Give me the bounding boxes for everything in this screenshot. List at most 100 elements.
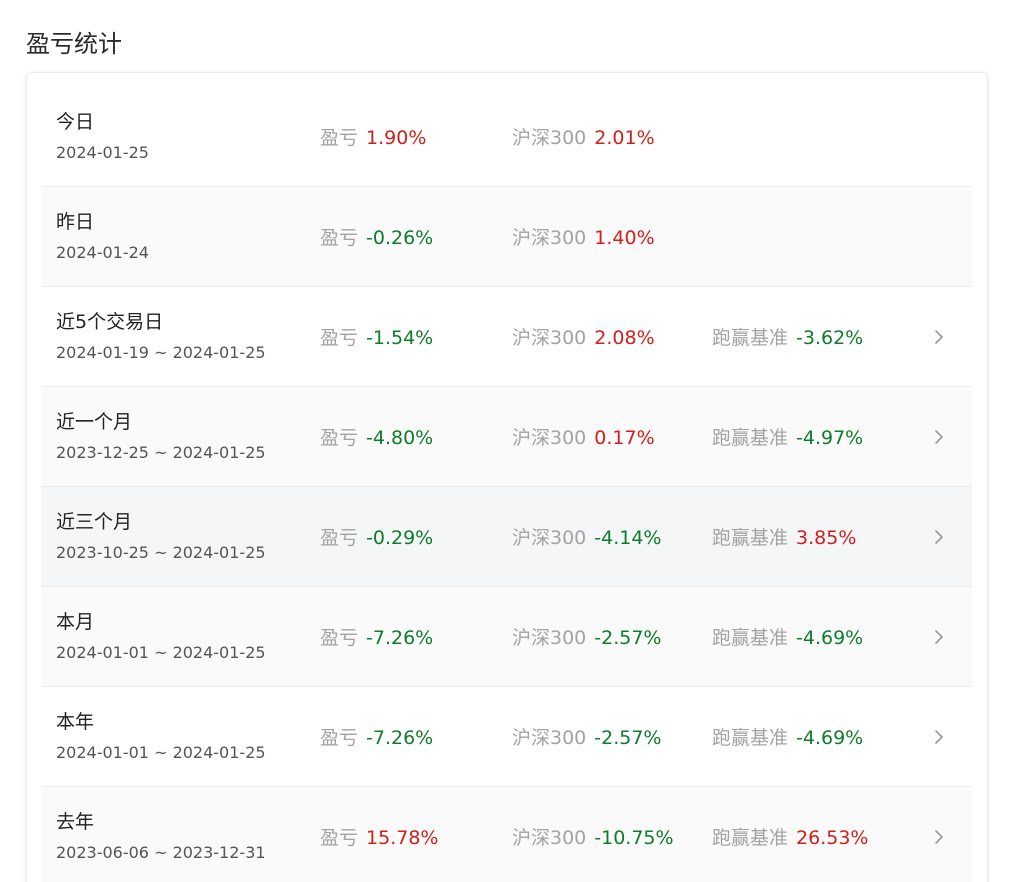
pnl-row: 昨日 2024-01-24 盈亏 -0.26% 沪深300 1.40% <box>41 187 972 287</box>
pnl-row[interactable]: 去年 2023-06-06 ~ 2023-12-31 盈亏 15.78% 沪深300 -1… <box>41 787 972 882</box>
pnl-label: 盈亏 <box>320 627 359 649</box>
pnl-metric: 盈亏 -4.80% <box>320 425 433 451</box>
pnl-metric: 盈亏 -7.26% <box>320 625 433 651</box>
benchmark-label: 沪深300 <box>512 727 587 749</box>
excess-label: 跑赢基准 <box>712 727 789 749</box>
date-range: 2024-01-25 <box>56 143 149 162</box>
benchmark-metric: 沪深300 1.40% <box>512 225 655 251</box>
pnl-statistics-page: 盈亏统计 今日 2024-01-25 盈亏 1.90% 沪深300 2.01% 昨日 2024… <box>0 0 1012 882</box>
benchmark-metric: 沪深300 -4.14% <box>512 525 661 551</box>
period-name: 去年 <box>56 811 95 833</box>
chevron-right-icon[interactable] <box>929 427 949 447</box>
benchmark-value: 2.08% <box>594 327 655 349</box>
date-range: 2023-10-25 ~ 2024-01-25 <box>56 543 266 562</box>
benchmark-metric: 沪深300 2.08% <box>512 325 655 351</box>
excess-metric: 跑赢基准 -4.69% <box>712 625 863 651</box>
benchmark-value: -2.57% <box>594 727 662 749</box>
excess-metric: 跑赢基准 -4.97% <box>712 425 863 451</box>
period-name: 近一个月 <box>56 411 133 433</box>
excess-value: -3.62% <box>796 327 864 349</box>
date-range: 2024-01-24 <box>56 243 149 262</box>
date-range: 2024-01-19 ~ 2024-01-25 <box>56 343 266 362</box>
period-name: 近5个交易日 <box>56 311 164 333</box>
excess-metric: 跑赢基准 -3.62% <box>712 325 863 351</box>
benchmark-value: 0.17% <box>594 427 655 449</box>
period-name: 本年 <box>56 711 95 733</box>
date-range: 2024-01-01 ~ 2024-01-25 <box>56 643 266 662</box>
excess-label: 跑赢基准 <box>712 527 789 549</box>
pnl-metric: 盈亏 -0.26% <box>320 225 433 251</box>
pnl-card: 今日 2024-01-25 盈亏 1.90% 沪深300 2.01% 昨日 2024-01-2… <box>26 72 988 882</box>
pnl-label: 盈亏 <box>320 827 359 849</box>
date-range: 2023-12-25 ~ 2024-01-25 <box>56 443 266 462</box>
benchmark-value: 2.01% <box>594 127 655 149</box>
pnl-label: 盈亏 <box>320 227 359 249</box>
chevron-right-icon[interactable] <box>929 727 949 747</box>
benchmark-value: -4.14% <box>594 527 662 549</box>
pnl-row-list: 今日 2024-01-25 盈亏 1.90% 沪深300 2.01% 昨日 2024-01-2… <box>41 87 972 882</box>
excess-value: 3.85% <box>796 527 857 549</box>
excess-label: 跑赢基准 <box>712 627 789 649</box>
pnl-row[interactable]: 近5个交易日 2024-01-19 ~ 2024-01-25 盈亏 -1.54% 沪深3… <box>41 287 972 387</box>
pnl-value: 1.90% <box>366 127 427 149</box>
pnl-label: 盈亏 <box>320 527 359 549</box>
excess-value: -4.97% <box>796 427 864 449</box>
benchmark-label: 沪深300 <box>512 627 587 649</box>
chevron-right-icon[interactable] <box>929 327 949 347</box>
pnl-metric: 盈亏 1.90% <box>320 125 426 151</box>
pnl-value: 15.78% <box>366 827 439 849</box>
benchmark-label: 沪深300 <box>512 327 587 349</box>
excess-label: 跑赢基准 <box>712 427 789 449</box>
excess-metric: 跑赢基准 3.85% <box>712 525 856 551</box>
chevron-right-icon[interactable] <box>929 527 949 547</box>
pnl-metric: 盈亏 15.78% <box>320 825 438 851</box>
excess-label: 跑赢基准 <box>712 327 789 349</box>
benchmark-metric: 沪深300 -10.75% <box>512 825 674 851</box>
excess-value: 26.53% <box>796 827 869 849</box>
pnl-label: 盈亏 <box>320 327 359 349</box>
period-name: 本月 <box>56 611 95 633</box>
excess-label: 跑赢基准 <box>712 827 789 849</box>
chevron-right-icon[interactable] <box>929 627 949 647</box>
benchmark-value: -10.75% <box>594 827 674 849</box>
period-name: 昨日 <box>56 211 95 233</box>
benchmark-metric: 沪深300 2.01% <box>512 125 655 151</box>
pnl-value: -4.80% <box>366 427 434 449</box>
date-range: 2024-01-01 ~ 2024-01-25 <box>56 743 266 762</box>
benchmark-value: -2.57% <box>594 627 662 649</box>
excess-value: -4.69% <box>796 627 864 649</box>
period-name: 近三个月 <box>56 511 133 533</box>
page-title: 盈亏统计 <box>26 30 122 58</box>
pnl-value: -0.29% <box>366 527 434 549</box>
benchmark-label: 沪深300 <box>512 527 587 549</box>
excess-metric: 跑赢基准 26.53% <box>712 825 868 851</box>
benchmark-value: 1.40% <box>594 227 655 249</box>
pnl-metric: 盈亏 -7.26% <box>320 725 433 751</box>
pnl-label: 盈亏 <box>320 127 359 149</box>
pnl-row[interactable]: 本月 2024-01-01 ~ 2024-01-25 盈亏 -7.26% 沪深300 -2… <box>41 587 972 687</box>
pnl-value: -1.54% <box>366 327 434 349</box>
benchmark-metric: 沪深300 -2.57% <box>512 625 661 651</box>
pnl-value: -7.26% <box>366 627 434 649</box>
benchmark-label: 沪深300 <box>512 827 587 849</box>
pnl-metric: 盈亏 -0.29% <box>320 525 433 551</box>
pnl-row[interactable]: 本年 2024-01-01 ~ 2024-01-25 盈亏 -7.26% 沪深300 -2… <box>41 687 972 787</box>
benchmark-metric: 沪深300 0.17% <box>512 425 655 451</box>
benchmark-metric: 沪深300 -2.57% <box>512 725 661 751</box>
pnl-metric: 盈亏 -1.54% <box>320 325 433 351</box>
pnl-row[interactable]: 近三个月 2023-10-25 ~ 2024-01-25 盈亏 -0.29% 沪深300… <box>41 487 972 587</box>
pnl-label: 盈亏 <box>320 727 359 749</box>
pnl-row: 今日 2024-01-25 盈亏 1.90% 沪深300 2.01% <box>41 87 972 187</box>
benchmark-label: 沪深300 <box>512 427 587 449</box>
period-name: 今日 <box>56 111 95 133</box>
pnl-value: -7.26% <box>366 727 434 749</box>
benchmark-label: 沪深300 <box>512 127 587 149</box>
pnl-value: -0.26% <box>366 227 434 249</box>
pnl-label: 盈亏 <box>320 427 359 449</box>
excess-metric: 跑赢基准 -4.69% <box>712 725 863 751</box>
benchmark-label: 沪深300 <box>512 227 587 249</box>
chevron-right-icon[interactable] <box>929 827 949 847</box>
pnl-row[interactable]: 近一个月 2023-12-25 ~ 2024-01-25 盈亏 -4.80% 沪深300… <box>41 387 972 487</box>
excess-value: -4.69% <box>796 727 864 749</box>
date-range: 2023-06-06 ~ 2023-12-31 <box>56 843 266 862</box>
